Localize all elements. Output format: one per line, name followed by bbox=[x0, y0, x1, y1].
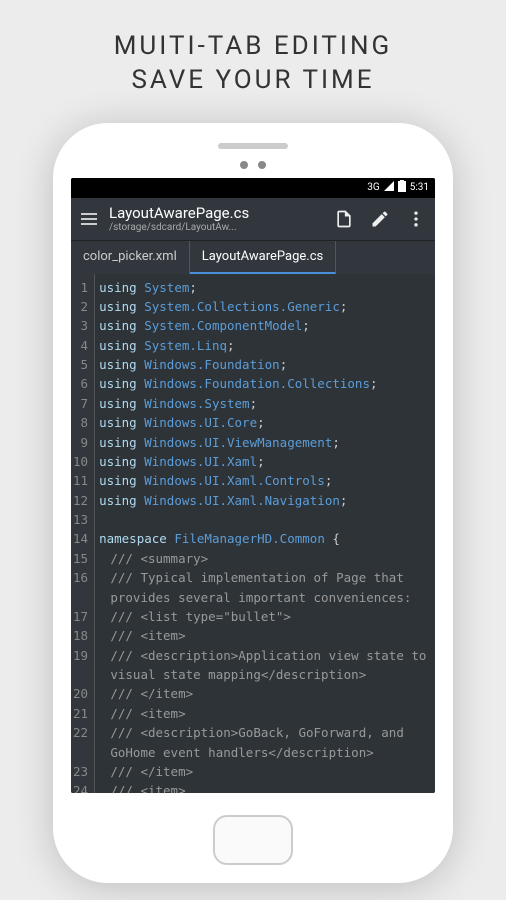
line-number: 3 bbox=[73, 316, 88, 335]
app-bar: LayoutAwarePage.cs /storage/sdcard/Layou… bbox=[71, 198, 435, 240]
line-number: 20 bbox=[73, 684, 88, 703]
line-number: 14 bbox=[73, 529, 88, 548]
phone-frame: 3G 5:31 LayoutAwarePage.cs /storage/sdca… bbox=[53, 123, 453, 883]
code-line-wrap: visual state mapping</description> bbox=[99, 665, 431, 684]
code-line: using Windows.UI.Xaml.Navigation; bbox=[99, 491, 431, 510]
line-number: 19 bbox=[73, 646, 88, 665]
code-line: using Windows.UI.Xaml; bbox=[99, 452, 431, 471]
menu-icon[interactable] bbox=[75, 205, 103, 233]
line-number: 4 bbox=[73, 336, 88, 355]
line-number: 12 bbox=[73, 491, 88, 510]
line-number: 8 bbox=[73, 413, 88, 432]
code-content[interactable]: using System;using System.Collections.Ge… bbox=[95, 274, 435, 793]
line-number: 16 bbox=[73, 568, 88, 587]
status-bar: 3G 5:31 bbox=[71, 178, 435, 198]
line-number: 15 bbox=[73, 549, 88, 568]
code-line: /// </item> bbox=[99, 684, 431, 703]
code-line: using System.Linq; bbox=[99, 336, 431, 355]
code-line: /// <summary> bbox=[99, 549, 431, 568]
tab-bar: color_picker.xmlLayoutAwarePage.cs bbox=[71, 240, 435, 274]
line-number: 10 bbox=[73, 452, 88, 471]
code-line: /// <item> bbox=[99, 781, 431, 792]
file-path: /storage/sdcard/LayoutAw... bbox=[109, 222, 323, 233]
network-label: 3G bbox=[367, 182, 379, 193]
home-button[interactable] bbox=[213, 815, 293, 865]
line-number: 1 bbox=[73, 278, 88, 297]
clock: 5:31 bbox=[410, 182, 429, 193]
tab-0[interactable]: color_picker.xml bbox=[71, 241, 190, 274]
tab-1[interactable]: LayoutAwarePage.cs bbox=[190, 241, 337, 274]
code-line: using System; bbox=[99, 278, 431, 297]
line-number: 9 bbox=[73, 433, 88, 452]
code-line: using Windows.UI.Xaml.Controls; bbox=[99, 471, 431, 490]
code-line: namespace FileManagerHD.Common { bbox=[99, 529, 431, 548]
line-number: 21 bbox=[73, 704, 88, 723]
line-number: 17 bbox=[73, 607, 88, 626]
promo-line-1: MUITI-TAB EDITING bbox=[114, 30, 393, 64]
line-number: 13 bbox=[73, 510, 88, 529]
line-number-wrap bbox=[73, 665, 88, 684]
line-number-wrap bbox=[73, 588, 88, 607]
promo-line-2: SAVE YOUR TIME bbox=[114, 64, 393, 98]
line-number: 18 bbox=[73, 626, 88, 645]
code-line: /// <item> bbox=[99, 704, 431, 723]
code-line: using Windows.UI.ViewManagement; bbox=[99, 433, 431, 452]
code-line-wrap: GoHome event handlers</description> bbox=[99, 743, 431, 762]
phone-speaker bbox=[218, 143, 288, 149]
code-line: /// <description>GoBack, GoForward, and bbox=[99, 723, 431, 742]
code-line: /// </item> bbox=[99, 762, 431, 781]
line-number-wrap bbox=[73, 743, 88, 762]
file-title: LayoutAwarePage.cs bbox=[109, 204, 323, 222]
code-line: using System.Collections.Generic; bbox=[99, 297, 431, 316]
line-number: 11 bbox=[73, 471, 88, 490]
overflow-icon[interactable] bbox=[401, 204, 431, 234]
code-editor[interactable]: 12345678910111213141516 171819 202122 23… bbox=[71, 274, 435, 793]
battery-icon bbox=[398, 180, 406, 195]
line-number: 2 bbox=[73, 297, 88, 316]
signal-icon bbox=[384, 181, 394, 194]
code-line: /// <item> bbox=[99, 626, 431, 645]
code-line: /// <list type="bullet"> bbox=[99, 607, 431, 626]
promo-title: MUITI-TAB EDITING SAVE YOUR TIME bbox=[114, 30, 393, 98]
line-gutter: 12345678910111213141516 171819 202122 23… bbox=[71, 274, 95, 793]
phone-sensors bbox=[240, 161, 266, 169]
line-number: 6 bbox=[73, 374, 88, 393]
line-number: 22 bbox=[73, 723, 88, 742]
code-line: using Windows.System; bbox=[99, 394, 431, 413]
code-line: /// <description>Application view state … bbox=[99, 646, 431, 665]
code-line: using System.ComponentModel; bbox=[99, 316, 431, 335]
new-file-icon[interactable] bbox=[329, 204, 359, 234]
code-line-wrap: provides several important conveniences: bbox=[99, 588, 431, 607]
app-screen: 3G 5:31 LayoutAwarePage.cs /storage/sdca… bbox=[71, 178, 435, 793]
code-line: using Windows.UI.Core; bbox=[99, 413, 431, 432]
line-number: 5 bbox=[73, 355, 88, 374]
edit-icon[interactable] bbox=[365, 204, 395, 234]
title-block: LayoutAwarePage.cs /storage/sdcard/Layou… bbox=[109, 204, 323, 233]
code-line bbox=[99, 510, 431, 529]
line-number: 23 bbox=[73, 762, 88, 781]
code-line: using Windows.Foundation; bbox=[99, 355, 431, 374]
code-line: /// Typical implementation of Page that bbox=[99, 568, 431, 587]
line-number: 24 bbox=[73, 781, 88, 792]
code-line: using Windows.Foundation.Collections; bbox=[99, 374, 431, 393]
line-number: 7 bbox=[73, 394, 88, 413]
